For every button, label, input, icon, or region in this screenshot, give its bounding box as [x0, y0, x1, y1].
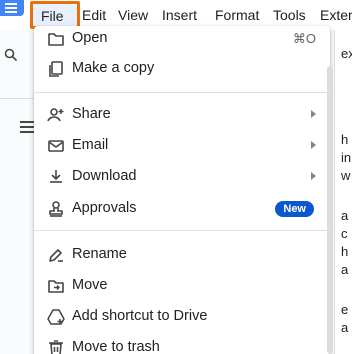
- download-icon: [46, 167, 66, 187]
- search-icon[interactable]: [4, 48, 18, 65]
- menu-item-move-to-trash[interactable]: Move to trash: [34, 334, 330, 354]
- menu-item-label: Download: [72, 168, 137, 184]
- doc-fragment: w: [341, 168, 351, 183]
- menu-item-label: Move to trash: [72, 339, 160, 354]
- divider: [0, 98, 34, 99]
- menu-item-label: Make a copy: [72, 60, 155, 76]
- menu-item-add-shortcut-to-drive[interactable]: Add shortcut to Drive: [34, 303, 330, 331]
- menu-item-label: Approvals: [72, 200, 137, 216]
- menu-separator: [34, 230, 330, 231]
- folder-icon: [46, 29, 66, 49]
- doc-fragment: h: [341, 244, 349, 259]
- menu-item-email[interactable]: Email: [34, 132, 330, 160]
- menu-item-download[interactable]: Download: [34, 163, 330, 191]
- add-drive-shortcut-icon: [46, 307, 66, 327]
- menu-item-label: Add shortcut to Drive: [72, 308, 208, 324]
- menu-item-label: Share: [72, 106, 111, 122]
- menu-tools[interactable]: Tools: [273, 7, 306, 23]
- menu-item-approvals[interactable]: Approvals New: [34, 195, 330, 223]
- doc-fragment: c: [341, 226, 348, 241]
- menu-item-make-a-copy[interactable]: Make a copy: [34, 55, 330, 83]
- doc-fragment: a: [341, 320, 349, 335]
- doc-fragment: e: [341, 302, 349, 317]
- submenu-arrow-icon: [311, 141, 316, 149]
- shortcut-text: ⌘O: [292, 31, 316, 46]
- doc-fragment: ex: [341, 46, 352, 61]
- menu-item-rename[interactable]: Rename: [34, 241, 330, 269]
- outline-icon[interactable]: [20, 120, 34, 134]
- menu-edit[interactable]: Edit: [82, 7, 106, 23]
- submenu-arrow-icon: [311, 110, 316, 118]
- menu-item-label: Move: [72, 277, 108, 293]
- doc-fragment: a: [341, 208, 349, 223]
- approval-stamp-icon: [46, 199, 66, 219]
- docs-logo-icon[interactable]: [0, 0, 24, 16]
- new-badge: New: [275, 201, 314, 217]
- menu-item-move[interactable]: Move: [34, 272, 330, 300]
- menu-separator: [34, 92, 330, 93]
- doc-fragment: a: [341, 262, 349, 277]
- submenu-arrow-icon: [311, 172, 316, 180]
- menu-view[interactable]: View: [118, 7, 148, 23]
- mail-icon: [46, 136, 66, 156]
- document-page: ex h in w a c h a e a: [334, 30, 352, 354]
- menu-item-label: Open: [72, 30, 108, 46]
- menu-extensions[interactable]: Exter: [320, 7, 352, 23]
- menu-item-share[interactable]: Share: [34, 101, 330, 129]
- rename-pencil-icon: [46, 245, 66, 265]
- menu-item-label: Email: [72, 137, 109, 153]
- menu-item-label: Rename: [72, 246, 127, 262]
- share-person-icon: [46, 105, 66, 125]
- copy-icon: [46, 59, 66, 79]
- move-folder-icon: [46, 276, 66, 296]
- menu-insert[interactable]: Insert: [162, 7, 197, 23]
- doc-fragment: h: [341, 132, 349, 147]
- doc-fragment: in: [341, 150, 352, 165]
- menu-item-open[interactable]: Open ⌘O: [34, 25, 330, 53]
- menu-format[interactable]: Format: [215, 7, 259, 23]
- docs-window: File Edit View Insert Format Tools Exter…: [0, 0, 352, 354]
- menu-file-label: File: [41, 8, 64, 24]
- trash-icon: [46, 338, 66, 354]
